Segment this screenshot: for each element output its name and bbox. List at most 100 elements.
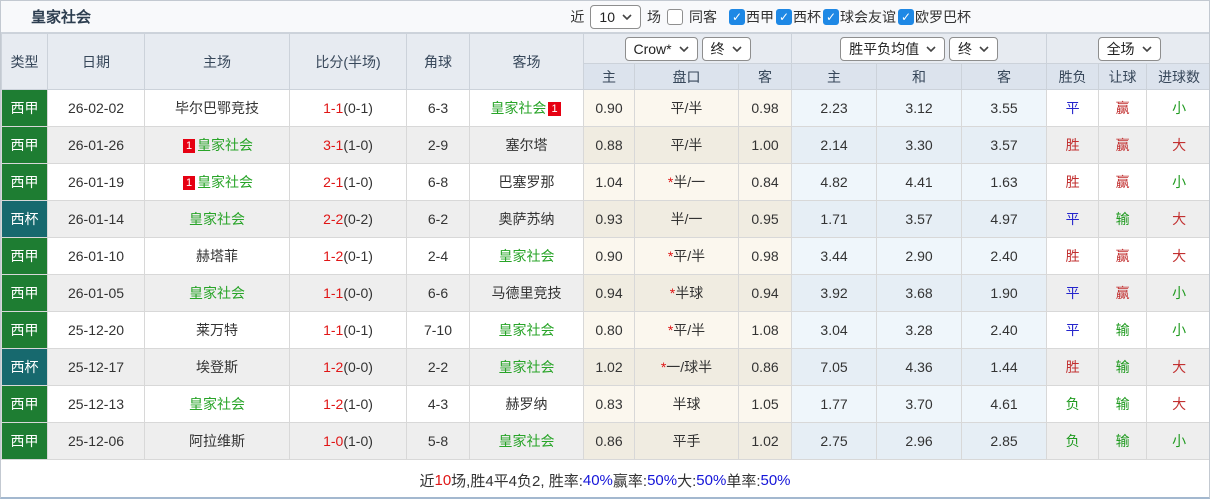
cell-avg-home: 2.23 [791, 89, 878, 127]
cell-home-team: 皇家社会 [144, 200, 290, 238]
copa-filter-label: 西杯 [793, 8, 821, 25]
col-header-odds-home: 主 [583, 63, 635, 90]
filter-controls: 近 10 场 同客 ✓ 西甲 ✓ 西杯 ✓ 球会友谊 ✓ 欧罗巴杯 [570, 4, 971, 29]
summary-segment: 50% [696, 471, 727, 489]
cell-odds-away: 1.00 [737, 126, 793, 164]
team-name: 奥萨苏纳 [498, 211, 555, 227]
team-name: 莱万特 [196, 322, 238, 338]
cell-away-team: 赫罗纳 [469, 385, 584, 423]
chevron-down-icon [926, 45, 936, 52]
cell-score: 1-2(0-1) [289, 237, 407, 275]
cell-goals: 大 [1146, 200, 1209, 238]
team-title: 皇家社会 [31, 9, 92, 26]
cell-handicap-result: 赢 [1098, 237, 1148, 275]
recent-count-select[interactable]: 10 [590, 4, 641, 29]
team-name: 埃登斯 [196, 359, 238, 375]
cell-score: 1-1(0-1) [289, 89, 407, 127]
handicap-group-header: Crow* 终 [582, 33, 793, 64]
table-row: 西甲 26-01-19 1 皇家社会 2-1(1-0) 6-8 巴塞罗那 1.04 *半/一 0.… [1, 163, 1209, 201]
bookmaker-select[interactable]: Crow* [624, 36, 698, 61]
result-group-header: 全场 [1046, 33, 1209, 64]
scope-select[interactable]: 全场 [1097, 36, 1161, 61]
cell-date: 26-01-26 [47, 126, 145, 164]
liga-checkbox[interactable]: ✓ [729, 8, 745, 25]
cell-corner: 2-2 [406, 348, 470, 386]
cell-type: 西甲 [1, 126, 48, 164]
cell-goals: 大 [1146, 237, 1209, 275]
cell-type: 西甲 [1, 274, 48, 312]
cell-type: 西甲 [1, 237, 48, 275]
match-rows: 西甲 26-02-02 毕尔巴鄂竞技 1-1(0-1) 6-3 皇家社会 1 0.90 平/半 0… [1, 89, 1209, 460]
avg-final-select[interactable]: 终 [948, 36, 998, 61]
chevron-down-icon [731, 45, 742, 52]
cell-avg-home: 4.82 [791, 163, 878, 201]
cell-home-team: 皇家社会 [144, 385, 290, 423]
cell-avg-draw: 2.90 [876, 237, 963, 275]
summary-segment: 50% [647, 471, 678, 489]
handicap-final-select[interactable]: 终 [701, 36, 751, 61]
cell-handicap-result: 赢 [1098, 163, 1148, 201]
table-row: 西甲 25-12-06 阿拉维斯 1-0(1-0) 5-8 皇家社会 0.86 平手 1.02 2… [1, 422, 1209, 460]
cell-type: 西甲 [1, 163, 48, 201]
cell-home-team: 1 皇家社会 [144, 163, 290, 201]
avg-final-value: 终 [957, 40, 972, 57]
chevron-down-icon [979, 45, 989, 52]
team-name: 皇家社会 [498, 248, 555, 264]
match-history-table: 类型 日期 主场 比分(半场) 角球 客场 Crow* 终 胜平负均值 终 全场… [1, 33, 1209, 460]
cell-odds-away: 1.08 [737, 311, 793, 349]
copa-checkbox[interactable]: ✓ [776, 8, 792, 25]
rank-badge: 1 [182, 139, 196, 153]
col-header-avg-home: 主 [791, 63, 878, 90]
avg-odds-group-header: 胜平负均值 终 [791, 33, 1048, 64]
cell-odds-home: 0.90 [583, 237, 635, 275]
team-name: 巴塞罗那 [498, 174, 555, 190]
cell-avg-draw: 2.96 [876, 422, 963, 460]
europa-checkbox[interactable]: ✓ [898, 8, 914, 25]
cell-score: 1-1(0-0) [289, 274, 407, 312]
top-bar: 皇家社会 近 10 场 同客 ✓ 西甲 ✓ 西杯 ✓ 球会友谊 ✓ 欧罗巴杯 [1, 1, 1209, 33]
match-history-panel: 皇家社会 近 10 场 同客 ✓ 西甲 ✓ 西杯 ✓ 球会友谊 ✓ 欧罗巴杯 类… [0, 0, 1210, 499]
cell-type: 西杯 [1, 348, 48, 386]
cell-avg-draw: 3.30 [876, 126, 963, 164]
cell-date: 26-01-14 [47, 200, 145, 238]
cell-corner: 7-10 [406, 311, 470, 349]
summary-segment: 10 [434, 471, 452, 489]
col-header-result: 胜负 [1046, 63, 1100, 90]
team-name: 皇家社会 [498, 359, 555, 375]
table-row: 西甲 25-12-13 皇家社会 1-2(1-0) 4-3 赫罗纳 0.83 半球 1.05 1.… [1, 385, 1209, 423]
same-venue-checkbox[interactable] [667, 8, 683, 25]
summary-segment: 50% [760, 471, 791, 489]
cell-score: 1-1(0-1) [289, 311, 407, 349]
cell-odds-away: 0.98 [737, 237, 793, 275]
handicap-final-value: 终 [710, 40, 725, 57]
europa-filter-label: 欧罗巴杯 [915, 8, 971, 25]
cell-corner: 2-4 [406, 237, 470, 275]
friendly-checkbox[interactable]: ✓ [823, 8, 839, 25]
cell-handicap-result: 赢 [1098, 274, 1148, 312]
team-name: 赫塔菲 [196, 248, 238, 264]
cell-score: 1-2(1-0) [289, 385, 407, 423]
table-row: 西甲 26-01-26 1 皇家社会 3-1(1-0) 2-9 塞尔塔 0.88 平/半 1.00… [1, 126, 1209, 164]
avg-odds-select[interactable]: 胜平负均值 [840, 36, 946, 61]
cell-avg-home: 3.04 [791, 311, 878, 349]
cell-avg-away: 2.40 [961, 311, 1048, 349]
col-header-away: 客场 [469, 33, 584, 90]
cell-result: 平 [1046, 200, 1100, 238]
cell-handicap: 平/半 [634, 89, 739, 127]
cell-handicap: *平/半 [634, 237, 739, 275]
cell-odds-home: 0.90 [583, 89, 635, 127]
team-name: 赫罗纳 [505, 396, 548, 412]
cell-home-team: 赫塔菲 [144, 237, 290, 275]
cell-result: 平 [1046, 311, 1100, 349]
cell-odds-home: 0.88 [583, 126, 635, 164]
team-name: 皇家社会 [197, 137, 254, 153]
col-header-goals: 进球数 [1146, 63, 1209, 90]
team-name: 毕尔巴鄂竞技 [175, 100, 259, 116]
cell-home-team: 1 皇家社会 [144, 126, 290, 164]
cell-away-team: 巴塞罗那 [469, 163, 584, 201]
cell-odds-home: 0.94 [583, 274, 635, 312]
cell-odds-away: 1.05 [737, 385, 793, 423]
cell-goals: 大 [1146, 348, 1209, 386]
recent-label: 近 [570, 8, 585, 25]
cell-odds-home: 1.04 [583, 163, 635, 201]
